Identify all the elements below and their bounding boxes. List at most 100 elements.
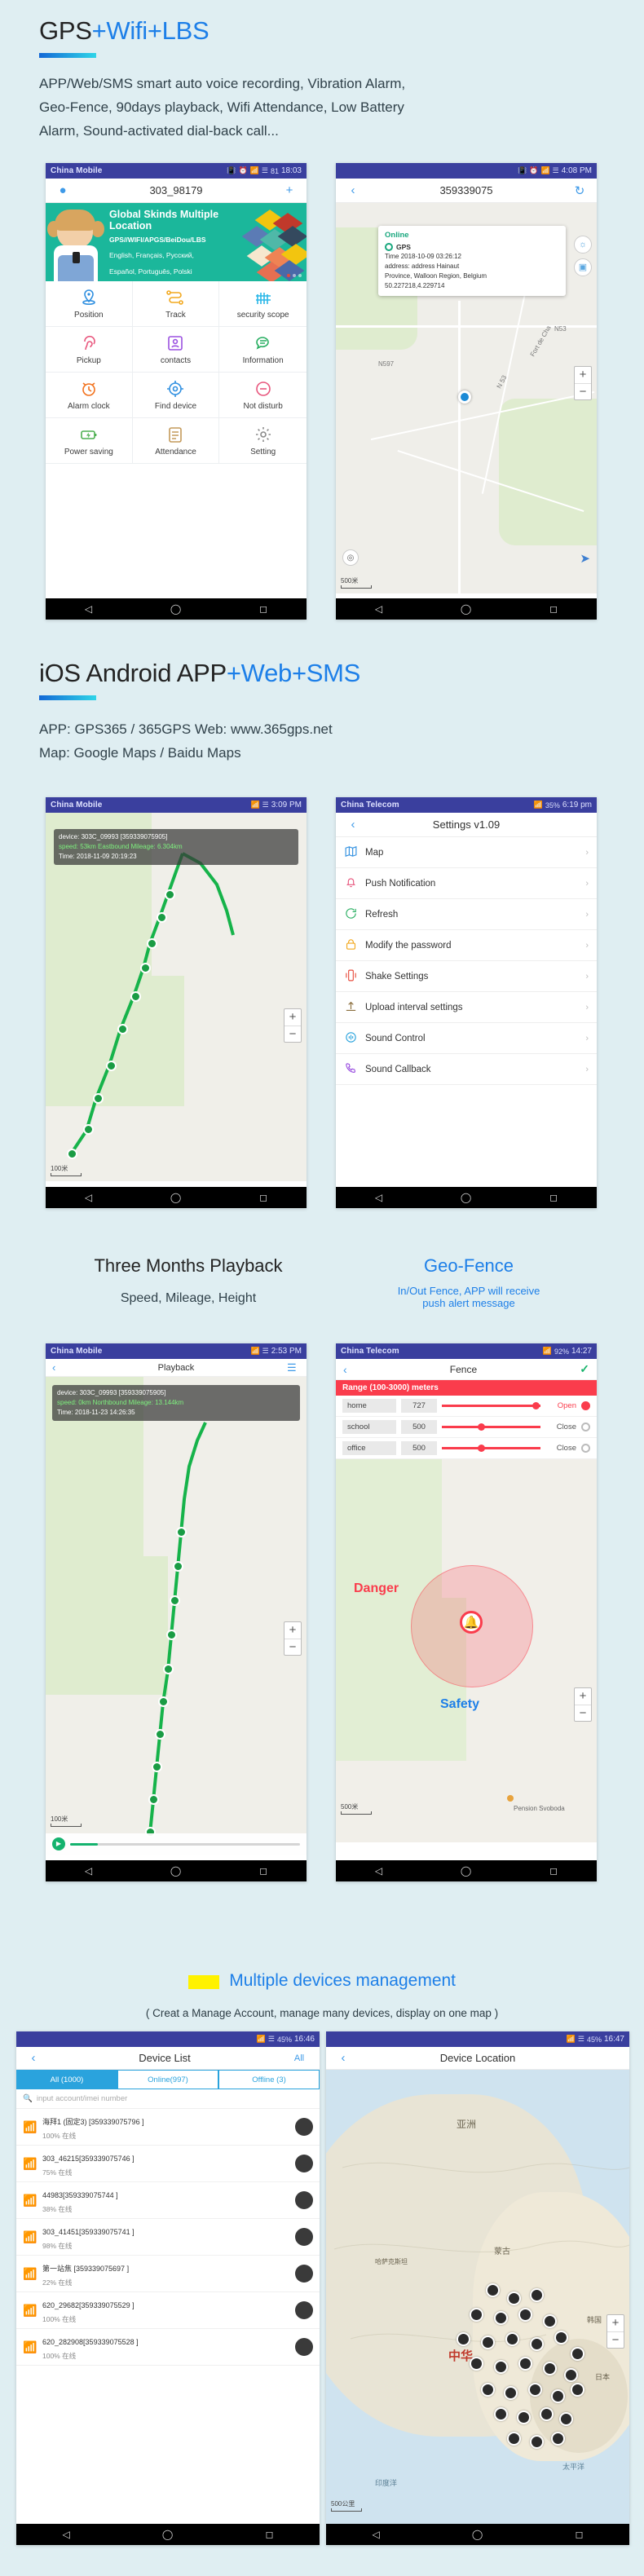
route-point[interactable]	[165, 889, 175, 900]
route-point[interactable]	[106, 1061, 117, 1071]
zoom-in-button[interactable]: +	[575, 367, 591, 383]
device-pin[interactable]	[530, 2337, 544, 2351]
recents-nav-icon[interactable]: ◻	[265, 2529, 273, 2540]
device-pin[interactable]	[543, 2362, 557, 2375]
device-info-bubble[interactable]: Online GPS Time 2018-10-09 03:26:12 addr…	[378, 226, 566, 296]
feature-cell-information[interactable]: Information	[219, 327, 307, 373]
route-point[interactable]	[163, 1664, 174, 1674]
zoom-out-button[interactable]: −	[575, 1705, 591, 1721]
device-pin[interactable]	[540, 2407, 554, 2421]
route-point[interactable]	[67, 1149, 77, 1159]
refresh-icon[interactable]: ↻	[571, 183, 589, 198]
device-tab-online-997-[interactable]: Online(997)	[117, 2070, 218, 2089]
device-pin[interactable]	[481, 2336, 495, 2349]
fence-radius-slider[interactable]	[442, 1423, 540, 1431]
device-pin[interactable]	[457, 2332, 470, 2346]
device-pin[interactable]	[481, 2383, 495, 2397]
route-point[interactable]	[158, 1696, 169, 1707]
device-pin[interactable]	[571, 2383, 584, 2397]
device-pin[interactable]	[486, 2283, 500, 2297]
zoom-out-button[interactable]: −	[285, 1026, 301, 1042]
promo-banner[interactable]: Global Skinds Multiple Location GPS//WIF…	[46, 203, 307, 281]
settings-row-modify-the-password[interactable]: Modify the password ›	[336, 930, 597, 961]
zoom-controls[interactable]: + −	[284, 1621, 302, 1656]
fence-toggle[interactable]	[581, 1401, 590, 1410]
map-layer-icon[interactable]: ☼	[574, 236, 592, 254]
device-filter-tabs[interactable]: All (1000) Online(997) Offline (3)	[16, 2070, 320, 2089]
device-pin[interactable]	[518, 2357, 532, 2371]
world-map-canvas[interactable]: 亚洲 蒙古 中华 韩国 日本 印度洋 太平洋 哈萨克斯坦 + − 500公里	[326, 2070, 629, 2539]
zoom-out-button[interactable]: −	[607, 2331, 624, 2348]
zoom-controls[interactable]: + −	[574, 366, 592, 400]
settings-row-refresh[interactable]: Refresh ›	[336, 899, 597, 930]
device-tab-all-1000-[interactable]: All (1000)	[16, 2070, 117, 2089]
home-nav-icon[interactable]: ◯	[461, 1865, 471, 1877]
device-pin[interactable]	[543, 2314, 557, 2328]
fence-toggle[interactable]	[581, 1423, 590, 1431]
feature-cell-pickup[interactable]: Pickup	[46, 327, 133, 373]
back-nav-icon[interactable]: ◁	[375, 1192, 382, 1203]
satellite-icon[interactable]: ▣	[574, 258, 592, 276]
device-pin[interactable]	[470, 2357, 483, 2371]
map-canvas[interactable]: device: 303C_09993 [359339075905] speed:…	[46, 1377, 307, 1855]
fence-row-home[interactable]: home 727 Open	[336, 1396, 597, 1417]
alarm-bell-marker[interactable]: 🔔	[460, 1611, 483, 1639]
device-search[interactable]: 🔍 input account/imei number	[16, 2089, 320, 2109]
feature-cell-find-device[interactable]: Find device	[132, 373, 220, 418]
recents-nav-icon[interactable]: ◻	[259, 603, 267, 615]
playback-controls[interactable]: ▶	[46, 1833, 307, 1855]
device-marker[interactable]	[458, 390, 471, 404]
route-point[interactable]	[152, 1762, 162, 1772]
route-point[interactable]	[147, 938, 157, 949]
all-filter-button[interactable]: All	[287, 2053, 311, 2063]
menu-icon[interactable]: ☰	[287, 1361, 300, 1374]
back-nav-icon[interactable]: ◁	[375, 1865, 382, 1877]
zoom-in-button[interactable]: +	[285, 1009, 301, 1026]
route-point[interactable]	[140, 963, 151, 973]
zoom-out-button[interactable]: −	[285, 1639, 301, 1655]
fence-toggle[interactable]	[581, 1444, 590, 1453]
zoom-in-button[interactable]: +	[607, 2315, 624, 2331]
device-row[interactable]: 📶 303_46215[359339075746 ] 75% 在线	[16, 2146, 320, 2182]
poi-marker[interactable]	[507, 1795, 514, 1802]
device-pin[interactable]	[517, 2411, 531, 2424]
settings-row-sound-callback[interactable]: Sound Callback ›	[336, 1054, 597, 1085]
settings-row-upload-interval-settings[interactable]: Upload interval settings ›	[336, 992, 597, 1023]
recents-nav-icon[interactable]: ◻	[259, 1192, 267, 1203]
back-nav-icon[interactable]: ◁	[85, 1865, 92, 1877]
fence-name-input[interactable]: school	[342, 1420, 396, 1434]
route-point[interactable]	[148, 1794, 159, 1805]
device-pin[interactable]	[494, 2407, 508, 2421]
device-pin[interactable]	[507, 2432, 521, 2446]
recents-nav-icon[interactable]: ◻	[549, 1192, 558, 1203]
navigate-icon[interactable]: ➤	[580, 551, 590, 566]
device-pin[interactable]	[507, 2291, 521, 2305]
feature-cell-alarm-clock[interactable]: Alarm clock	[46, 373, 133, 418]
map-canvas[interactable]: 🔔 Danger Safety Pension Svoboda + − 500米	[336, 1459, 597, 1842]
feature-cell-security-scope[interactable]: security scope	[219, 281, 307, 327]
device-row[interactable]: 📶 620_282908[359339075528 ] 100% 在线	[16, 2329, 320, 2366]
back-icon[interactable]: ‹	[52, 1361, 65, 1374]
route-point[interactable]	[157, 912, 167, 923]
device-row[interactable]: 📶 第一站焦 [359339075697 ] 22% 在线	[16, 2256, 320, 2292]
feature-cell-track[interactable]: Track	[132, 281, 220, 327]
home-nav-icon[interactable]: ◯	[461, 1192, 471, 1203]
carousel-dots[interactable]	[287, 274, 302, 277]
zoom-in-button[interactable]: +	[285, 1622, 301, 1639]
home-nav-icon[interactable]: ◯	[461, 603, 471, 615]
device-pin[interactable]	[559, 2412, 573, 2426]
zoom-controls[interactable]: + −	[284, 1008, 302, 1043]
route-point[interactable]	[173, 1561, 183, 1572]
home-nav-icon[interactable]: ◯	[472, 2529, 483, 2540]
recents-nav-icon[interactable]: ◻	[259, 1865, 267, 1877]
play-button[interactable]: ▶	[52, 1837, 65, 1850]
feature-cell-position[interactable]: Position	[46, 281, 133, 327]
device-row[interactable]: 📶 海拜1 (固定3) [359339075796 ] 100% 在线	[16, 2109, 320, 2146]
route-point[interactable]	[130, 991, 141, 1002]
plus-icon[interactable]: +	[280, 183, 298, 197]
zoom-in-button[interactable]: +	[575, 1688, 591, 1705]
recents-nav-icon[interactable]: ◻	[549, 1865, 558, 1877]
device-row[interactable]: 📶 44983[359339075744 ] 38% 在线	[16, 2182, 320, 2219]
route-point[interactable]	[117, 1024, 128, 1034]
zoom-out-button[interactable]: −	[575, 383, 591, 399]
